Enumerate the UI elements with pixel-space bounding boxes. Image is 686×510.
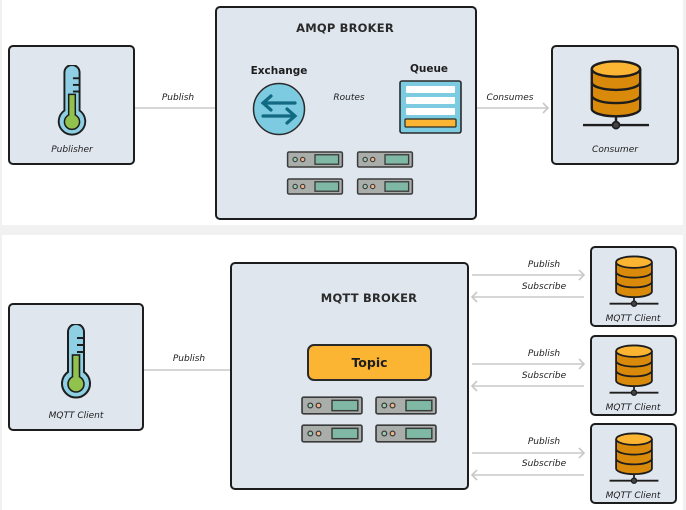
amqp-broker-title: AMQP BROKER bbox=[296, 21, 394, 35]
server-icon bbox=[301, 424, 363, 443]
server-icon bbox=[286, 151, 344, 168]
client-3-subscribe-label: Subscribe bbox=[521, 459, 567, 469]
thermometer-icon bbox=[56, 324, 96, 400]
publisher-box[interactable]: Publisher bbox=[8, 45, 135, 165]
client-3-publish-label: Publish bbox=[527, 437, 561, 447]
client-1-subscribe-label: Subscribe bbox=[521, 282, 567, 292]
server-icon bbox=[301, 396, 363, 415]
server-icon bbox=[356, 151, 414, 168]
mqtt-client-box[interactable]: MQTT Client bbox=[590, 423, 677, 504]
client-1-publish-label: Publish bbox=[527, 260, 561, 270]
publish-arrow-label: Publish bbox=[161, 93, 195, 103]
database-icon bbox=[609, 431, 659, 488]
routes-arrow-label: Routes bbox=[333, 93, 365, 103]
mqtt-broker-title: MQTT BROKER bbox=[320, 291, 418, 305]
server-icon bbox=[356, 178, 414, 195]
server-icon bbox=[375, 424, 437, 443]
topic-box[interactable]: Topic bbox=[307, 344, 432, 381]
queue-icon[interactable] bbox=[399, 80, 462, 134]
database-icon bbox=[609, 254, 659, 311]
consumer-box[interactable]: Consumer bbox=[551, 45, 679, 165]
client-2-subscribe-label: Subscribe bbox=[521, 371, 567, 381]
client-2-publish-label: Publish bbox=[527, 349, 561, 359]
mqtt-client-label: MQTT Client bbox=[605, 491, 661, 501]
topic-label: Topic bbox=[351, 355, 388, 370]
mqtt-client-box[interactable]: MQTT Client bbox=[590, 246, 677, 327]
consumes-arrow-label: Consumes bbox=[486, 93, 534, 103]
exchange-arrows-icon[interactable] bbox=[252, 82, 306, 136]
database-icon bbox=[609, 343, 659, 400]
server-icon bbox=[375, 396, 437, 415]
mqtt-client-label: MQTT Client bbox=[605, 403, 661, 413]
mqtt-client-box[interactable]: MQTT Client bbox=[590, 335, 677, 416]
server-icon bbox=[286, 178, 344, 195]
queue-label: Queue bbox=[409, 63, 449, 75]
thermometer-icon bbox=[52, 65, 92, 137]
mqtt-left-client-box[interactable]: MQTT Client bbox=[8, 303, 144, 431]
database-icon bbox=[583, 58, 649, 135]
exchange-label: Exchange bbox=[250, 65, 308, 77]
consumer-label: Consumer bbox=[592, 145, 638, 155]
mqtt-publish-arrow-label: Publish bbox=[172, 354, 206, 364]
mqtt-left-client-label: MQTT Client bbox=[48, 411, 104, 421]
publisher-label: Publisher bbox=[51, 145, 93, 155]
mqtt-client-label: MQTT Client bbox=[605, 314, 661, 324]
